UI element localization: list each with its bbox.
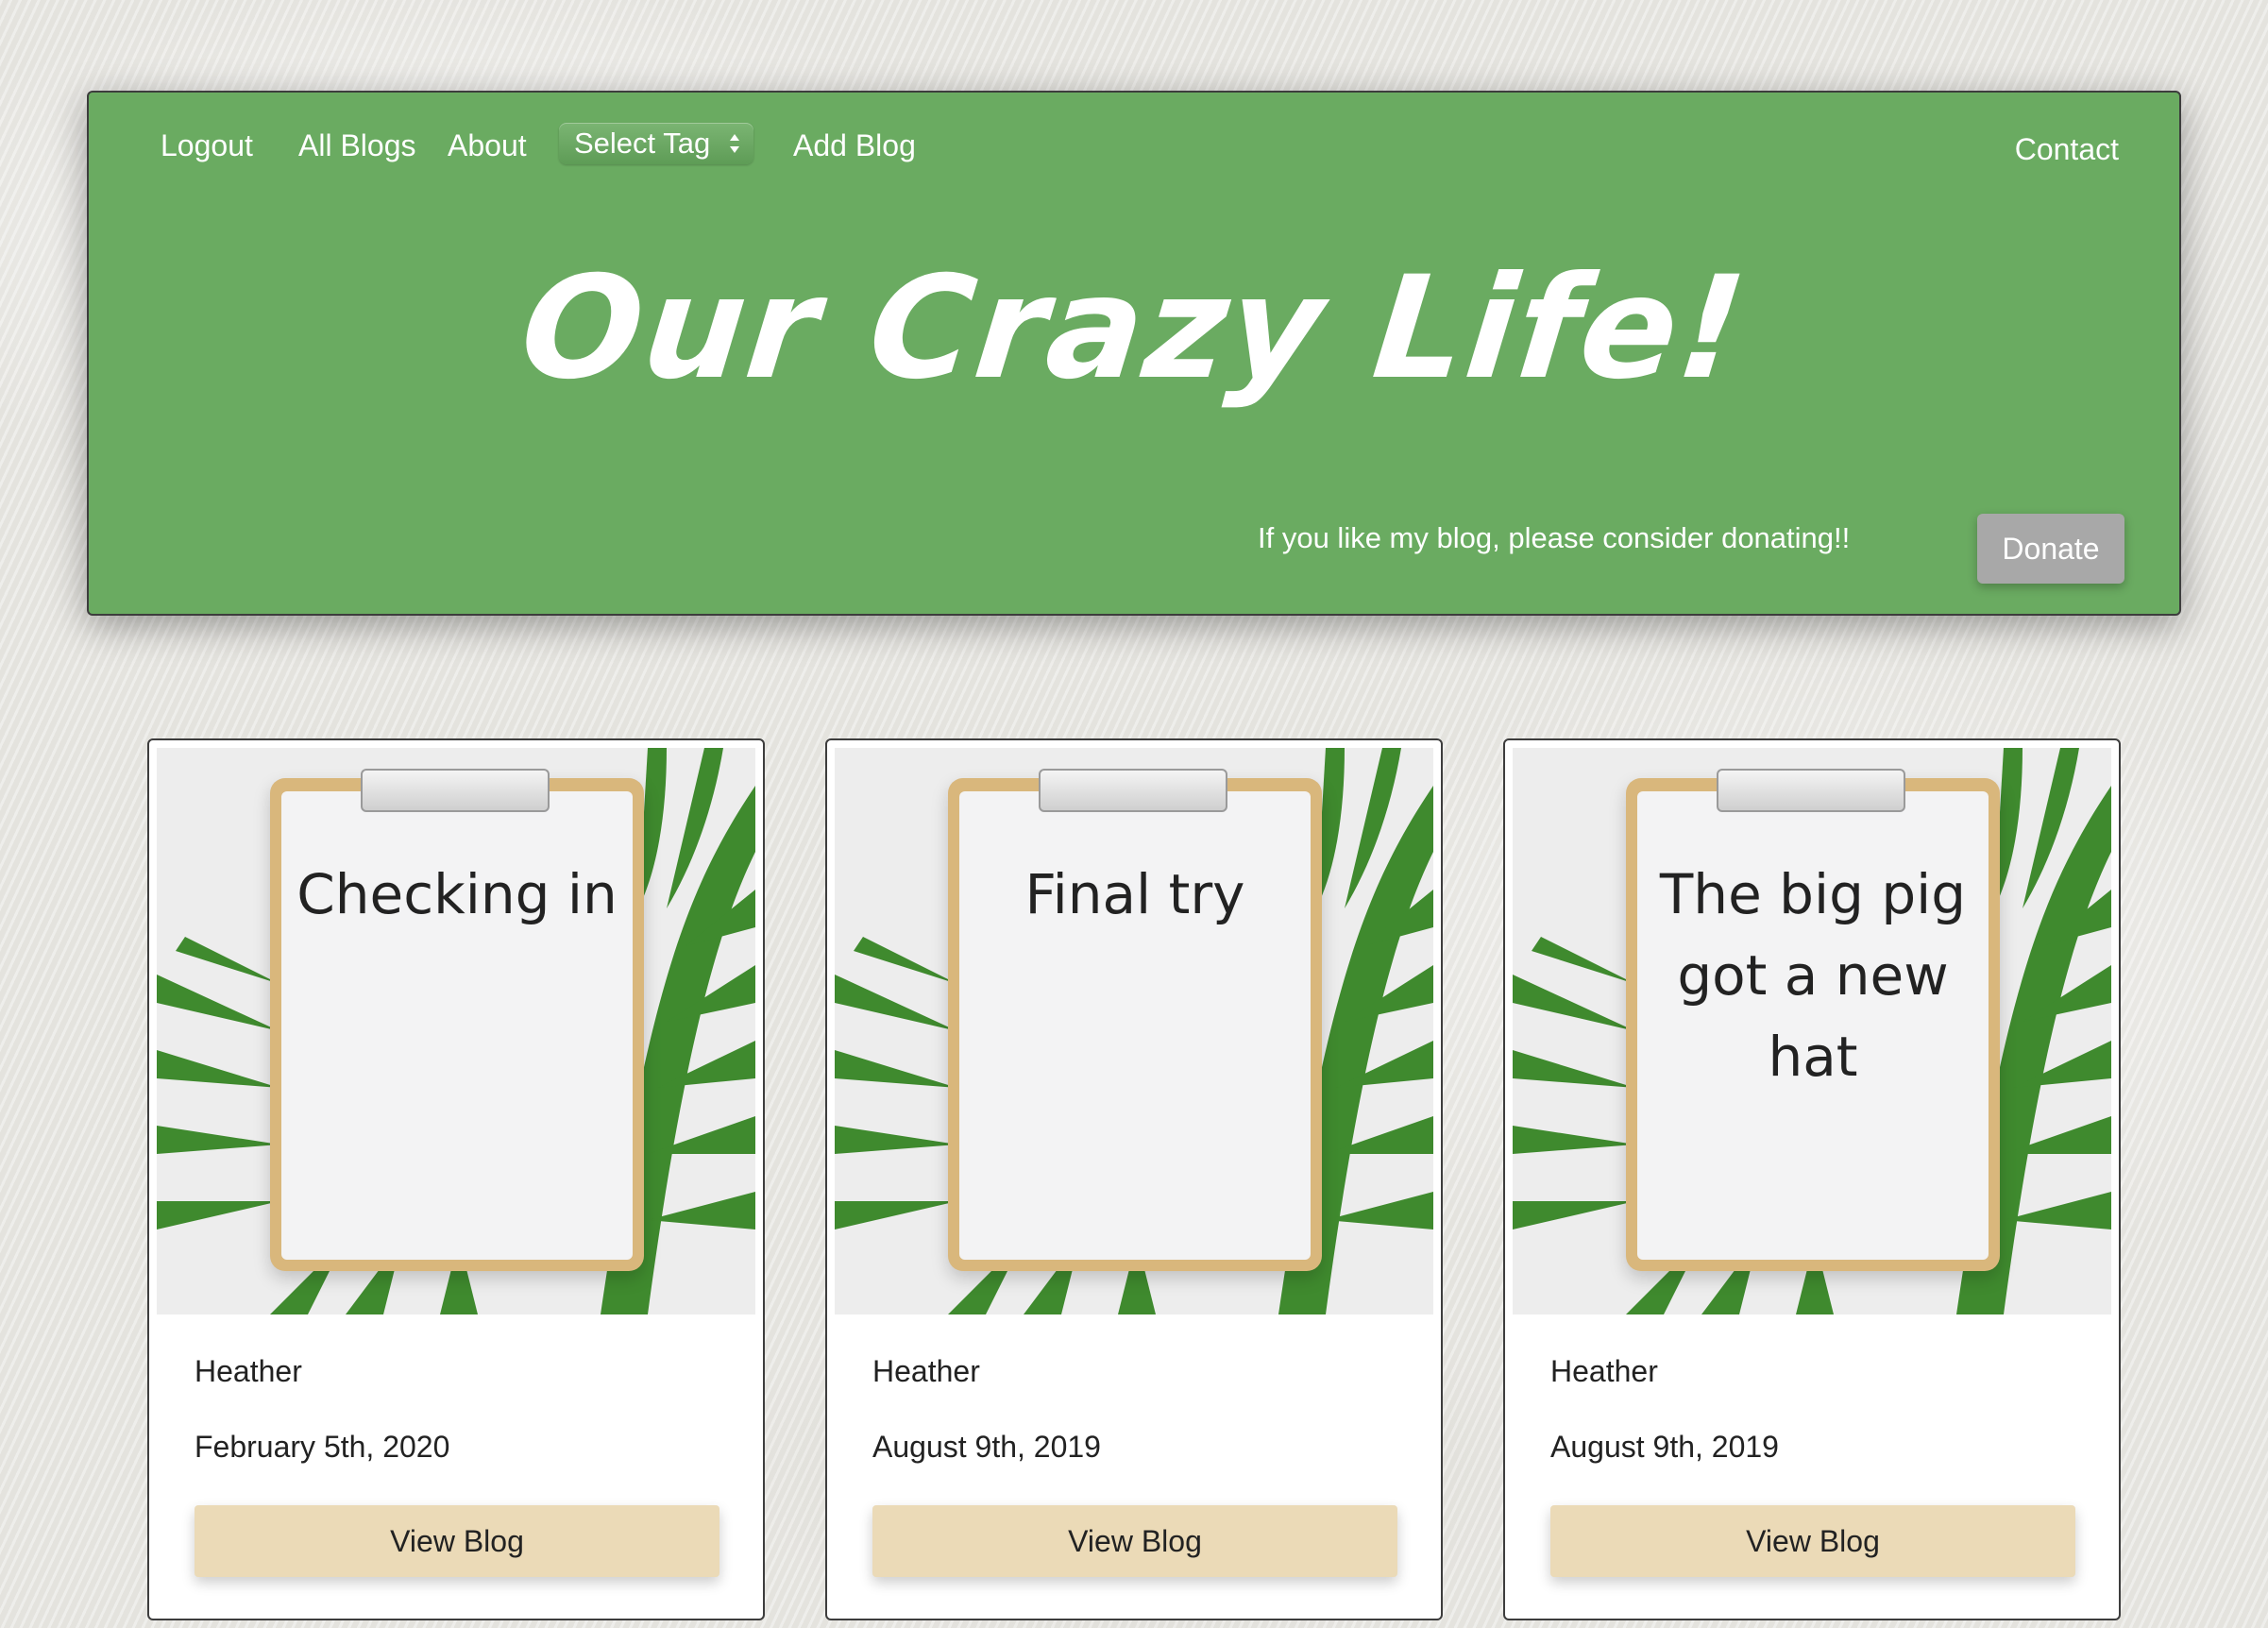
logout-link[interactable]: Logout: [161, 127, 253, 164]
blog-card: Checking in Heather February 5th, 2020 V…: [147, 738, 765, 1620]
select-tag-label: Select Tag: [574, 127, 711, 160]
contact-link[interactable]: Contact: [2015, 130, 2119, 168]
clipboard-clip: [361, 769, 550, 812]
blog-author: Heather: [195, 1354, 302, 1388]
all-blogs-link[interactable]: All Blogs: [298, 127, 416, 164]
clipboard-clip: [1717, 769, 1905, 812]
about-link[interactable]: About: [448, 127, 527, 164]
blog-date: February 5th, 2020: [195, 1430, 450, 1464]
blog-title: The big pig got a new hat: [1659, 862, 1967, 1089]
view-blog-button[interactable]: View Blog: [872, 1505, 1397, 1577]
blog-title: Checking in: [296, 862, 618, 926]
clipboard-graphic: The big pig got a new hat: [1626, 769, 2000, 1271]
clipboard-graphic: Final try: [948, 769, 1322, 1271]
blog-author: Heather: [872, 1354, 980, 1388]
clipboard-graphic: Checking in: [270, 769, 644, 1271]
site-header: Logout All Blogs About Select Tag Add Bl…: [87, 91, 2181, 616]
blog-author: Heather: [1550, 1354, 1658, 1388]
select-tag-dropdown[interactable]: Select Tag: [559, 123, 753, 164]
blog-date: August 9th, 2019: [1550, 1430, 1779, 1464]
donate-button[interactable]: Donate: [1977, 514, 2124, 584]
blog-card-image: Final try: [835, 748, 1433, 1314]
blog-card: The big pig got a new hat Heather August…: [1503, 738, 2121, 1620]
site-title: Our Crazy Life!: [514, 246, 1754, 411]
blog-card: Final try Heather August 9th, 2019 View …: [825, 738, 1443, 1620]
blog-date: August 9th, 2019: [872, 1430, 1101, 1464]
view-blog-button[interactable]: View Blog: [1550, 1505, 2075, 1577]
blog-card-image: Checking in: [157, 748, 755, 1314]
donate-message: If you like my blog, please consider don…: [1258, 521, 1851, 554]
select-arrows-icon: [730, 134, 739, 153]
blog-card-image: The big pig got a new hat: [1513, 748, 2111, 1314]
clipboard-clip: [1039, 769, 1227, 812]
add-blog-link[interactable]: Add Blog: [793, 127, 916, 164]
blog-title: Final try: [1024, 862, 1245, 926]
top-nav: Logout All Blogs About Select Tag Add Bl…: [89, 93, 2179, 206]
view-blog-button[interactable]: View Blog: [195, 1505, 719, 1577]
